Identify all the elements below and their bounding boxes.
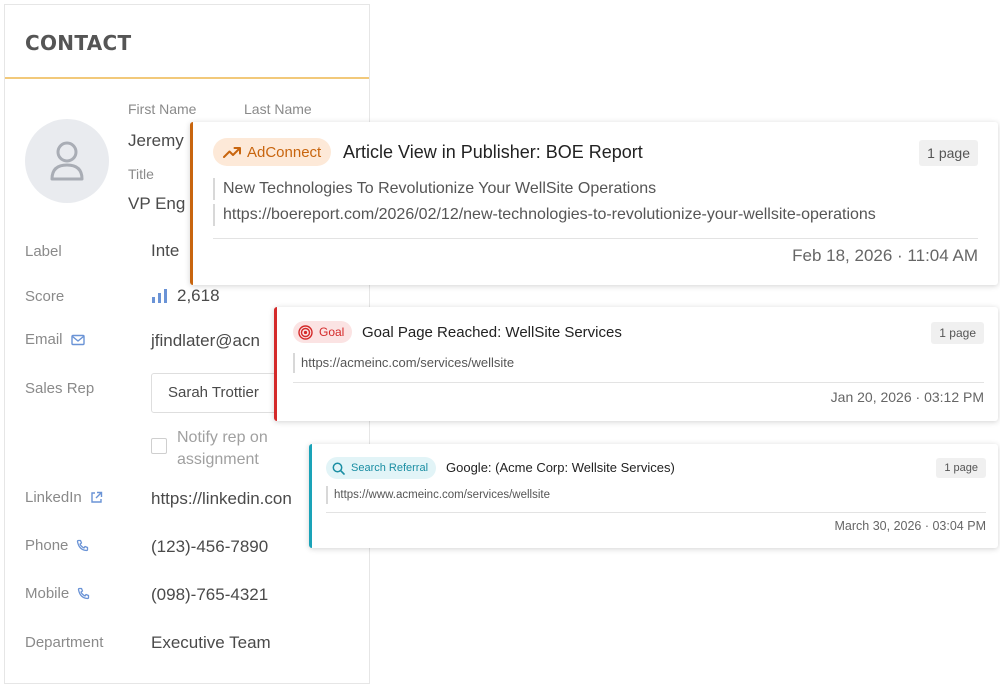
activity-title: Google: (Acme Corp: Wellsite Services): [446, 460, 675, 475]
page-count-badge: 1 page: [936, 458, 986, 478]
notify-label: Notify rep on assignment: [177, 427, 268, 471]
mobile-label: Mobile: [25, 585, 90, 602]
avatar: [25, 119, 109, 203]
page-count-badge: 1 page: [919, 140, 978, 166]
external-link-icon[interactable]: [90, 491, 103, 504]
phone-label-text: Phone: [25, 537, 69, 554]
activity-timestamp: March 30, 2026 · 03:04 PM: [834, 519, 986, 533]
sales-rep-label: Sales Rep: [25, 380, 94, 397]
target-icon: [298, 324, 313, 340]
badge-label: AdConnect: [247, 143, 322, 161]
label-label: Label: [25, 243, 62, 260]
last-name-label: Last Name: [244, 101, 312, 117]
label-label-text: Label: [25, 243, 62, 260]
score-label-text: Score: [25, 288, 65, 305]
activity-url[interactable]: https://www.acmeinc.com/services/wellsit…: [326, 486, 550, 504]
linkedin-value[interactable]: https://linkedin.con: [151, 489, 292, 509]
bar-chart-icon: [152, 289, 167, 303]
email-label: Email: [25, 331, 85, 348]
activity-card-search-referral[interactable]: Search Referral Google: (Acme Corp: Well…: [309, 444, 998, 548]
activity-card-adconnect[interactable]: AdConnect Article View in Publisher: BOE…: [190, 122, 998, 285]
first-name-value[interactable]: Jeremy: [128, 131, 184, 151]
mobile-label-text: Mobile: [25, 585, 70, 602]
phone-label: Phone: [25, 537, 89, 554]
email-label-text: Email: [25, 331, 63, 348]
contact-title: CONTACT: [25, 31, 132, 55]
user-icon: [50, 141, 84, 181]
linkedin-label-text: LinkedIn: [25, 489, 82, 506]
activity-timestamp: Feb 18, 2026 · 11:04 AM: [792, 246, 978, 265]
notify-label-line2: assignment: [177, 451, 259, 468]
mail-icon: [70, 334, 85, 345]
score-value: 2,618: [151, 286, 220, 306]
activity-timestamp: Jan 20, 2026 · 03:12 PM: [830, 389, 984, 405]
mobile-value[interactable]: (098)-765-4321: [151, 585, 268, 605]
divider: [293, 382, 984, 383]
label-value[interactable]: Inte: [151, 241, 179, 261]
page-count-badge: 1 page: [931, 322, 984, 344]
linkedin-label: LinkedIn: [25, 489, 103, 506]
notify-label-line1: Notify rep on: [177, 429, 268, 446]
search-referral-badge: Search Referral: [326, 457, 437, 479]
activity-detail: New Technologies To Revolutionize Your W…: [213, 178, 656, 200]
department-label: Department: [25, 634, 103, 651]
sales-rep-value: Sarah Trottier: [168, 384, 259, 401]
phone-icon[interactable]: [77, 587, 90, 600]
divider: [213, 238, 978, 239]
department-value[interactable]: Executive Team: [151, 633, 271, 653]
title-label: Title: [128, 166, 154, 182]
department-label-text: Department: [25, 634, 104, 651]
first-name-label: First Name: [128, 101, 197, 117]
badge-label: Search Referral: [351, 462, 429, 474]
goal-badge: Goal: [293, 321, 353, 343]
title-value[interactable]: VP Eng: [128, 194, 185, 214]
activity-card-goal[interactable]: Goal Goal Page Reached: WellSite Service…: [274, 307, 998, 421]
activity-title: Goal Page Reached: WellSite Services: [362, 324, 622, 341]
search-icon: [332, 462, 345, 475]
email-value[interactable]: jfindlater@acn: [151, 331, 260, 351]
badge-label: Goal: [319, 325, 345, 339]
activity-title: Article View in Publisher: BOE Report: [343, 142, 643, 162]
activity-url[interactable]: https://acmeinc.com/services/wellsite: [293, 353, 514, 373]
sales-rep-label-text: Sales Rep: [25, 380, 95, 397]
phone-value[interactable]: (123)-456-7890: [151, 537, 268, 557]
trending-up-icon: [223, 147, 241, 158]
phone-icon[interactable]: [76, 539, 89, 552]
contact-header: CONTACT: [5, 5, 369, 79]
activity-url[interactable]: https://boereport.com/2026/02/12/new-tec…: [213, 204, 876, 226]
score-label: Score: [25, 288, 64, 305]
score-number: 2,618: [177, 286, 220, 305]
notify-checkbox[interactable]: [151, 438, 167, 454]
adconnect-badge: AdConnect: [213, 138, 332, 166]
divider: [326, 512, 986, 513]
